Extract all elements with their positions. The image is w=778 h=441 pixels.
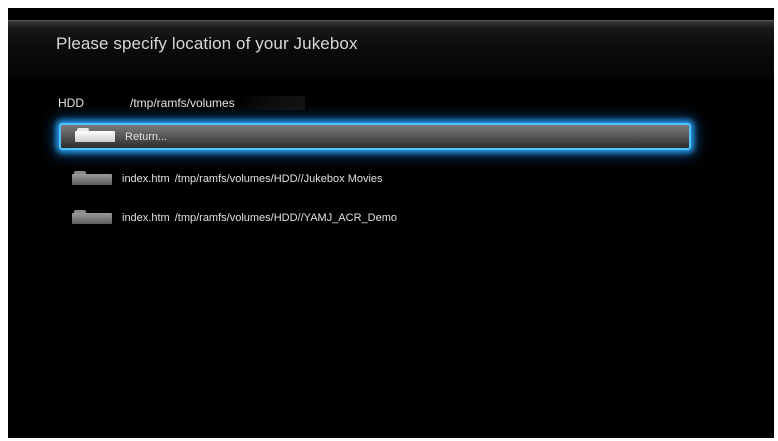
- item-path: /tmp/ramfs/volumes/HDD//YAMJ_ACR_Demo: [174, 212, 397, 224]
- list-item-yamj-acr-demo[interactable]: index.htm /tmp/ramfs/volumes/HDD//YAMJ_A…: [58, 205, 688, 231]
- item-name: index.htm: [122, 173, 170, 185]
- item-path: /tmp/ramfs/volumes/HDD//Jukebox Movies: [174, 173, 383, 185]
- jukebox-location-screen: Please specify location of your Jukebox …: [8, 8, 774, 438]
- item-name: Return...: [125, 130, 168, 143]
- folder-icon: [72, 209, 112, 224]
- folder-icon: [72, 170, 112, 185]
- current-location: HDD /tmp/ramfs/volumes: [58, 94, 305, 112]
- current-path: /tmp/ramfs/volumes: [130, 96, 305, 110]
- dialog-title: Please specify location of your Jukebox: [56, 34, 358, 53]
- list-item-jukebox-movies[interactable]: index.htm /tmp/ramfs/volumes/HDD//Jukebo…: [58, 166, 688, 192]
- item-name: index.htm: [122, 212, 170, 224]
- folder-icon: [75, 128, 115, 142]
- drive-label: HDD: [58, 96, 84, 110]
- list-item-return[interactable]: Return...: [59, 123, 691, 150]
